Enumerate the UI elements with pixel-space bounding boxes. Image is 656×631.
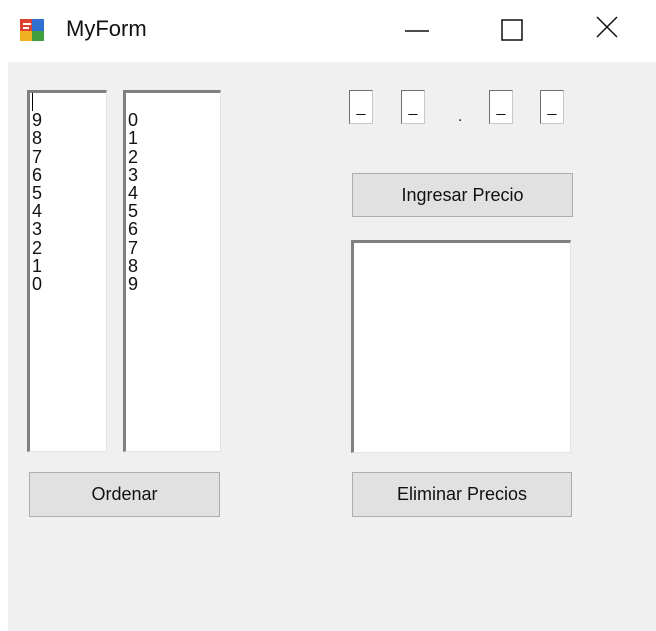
ingresar-precio-button[interactable]: Ingresar Precio xyxy=(352,173,573,217)
list-item[interactable]: 5 xyxy=(30,184,106,202)
close-icon xyxy=(596,16,618,38)
window-title: MyForm xyxy=(66,16,147,41)
list-item[interactable]: 4 xyxy=(126,184,220,202)
minimize-button[interactable] xyxy=(373,0,465,62)
list-item[interactable]: 5 xyxy=(126,202,220,220)
list-item[interactable]: 4 xyxy=(30,202,106,220)
list-item[interactable]: 3 xyxy=(30,220,106,238)
prices-listbox[interactable] xyxy=(351,240,571,453)
list-item[interactable]: 1 xyxy=(30,257,106,275)
ordenar-button[interactable]: Ordenar xyxy=(29,472,220,517)
list-item[interactable]: 0 xyxy=(30,275,106,293)
list-item[interactable]: 8 xyxy=(30,129,106,147)
list-item[interactable]: 6 xyxy=(30,166,106,184)
text-caret xyxy=(32,93,33,111)
list-item[interactable]: 9 xyxy=(30,111,106,129)
list-item[interactable]: 9 xyxy=(126,275,220,293)
list-item[interactable]: 6 xyxy=(126,220,220,238)
price-digit-3-input[interactable]: _ xyxy=(489,90,513,124)
close-button[interactable] xyxy=(564,0,656,62)
list-item[interactable]: 8 xyxy=(126,257,220,275)
title-bar[interactable]: MyForm xyxy=(0,0,656,62)
maximize-button[interactable] xyxy=(465,0,557,62)
list-item[interactable] xyxy=(126,93,220,111)
price-digit-1-input[interactable]: _ xyxy=(349,90,373,124)
list-item[interactable]: 2 xyxy=(30,238,106,257)
list-item[interactable]: 1 xyxy=(126,129,220,147)
price-digit-4-input[interactable]: _ xyxy=(540,90,564,124)
form-client-area: 9 8 7 6 5 4 3 2 1 0 0 1 2 3 4 5 6 7 8 9 … xyxy=(8,62,656,631)
list-item[interactable]: 3 xyxy=(126,166,220,184)
list-item[interactable]: 2 xyxy=(126,147,220,166)
maximize-icon xyxy=(501,19,523,41)
list-item[interactable]: 0 xyxy=(126,111,220,129)
right-number-listbox[interactable]: 0 1 2 3 4 5 6 7 8 9 xyxy=(123,90,221,452)
decimal-separator: . xyxy=(458,108,463,125)
left-number-listbox[interactable]: 9 8 7 6 5 4 3 2 1 0 xyxy=(27,90,107,452)
eliminar-precios-button[interactable]: Eliminar Precios xyxy=(352,472,572,517)
price-digit-2-input[interactable]: _ xyxy=(401,90,425,124)
list-item[interactable]: 7 xyxy=(126,238,220,257)
form-app-icon xyxy=(19,16,47,44)
list-item[interactable] xyxy=(30,93,106,111)
list-item[interactable]: 7 xyxy=(30,147,106,166)
minimize-icon xyxy=(405,30,429,32)
